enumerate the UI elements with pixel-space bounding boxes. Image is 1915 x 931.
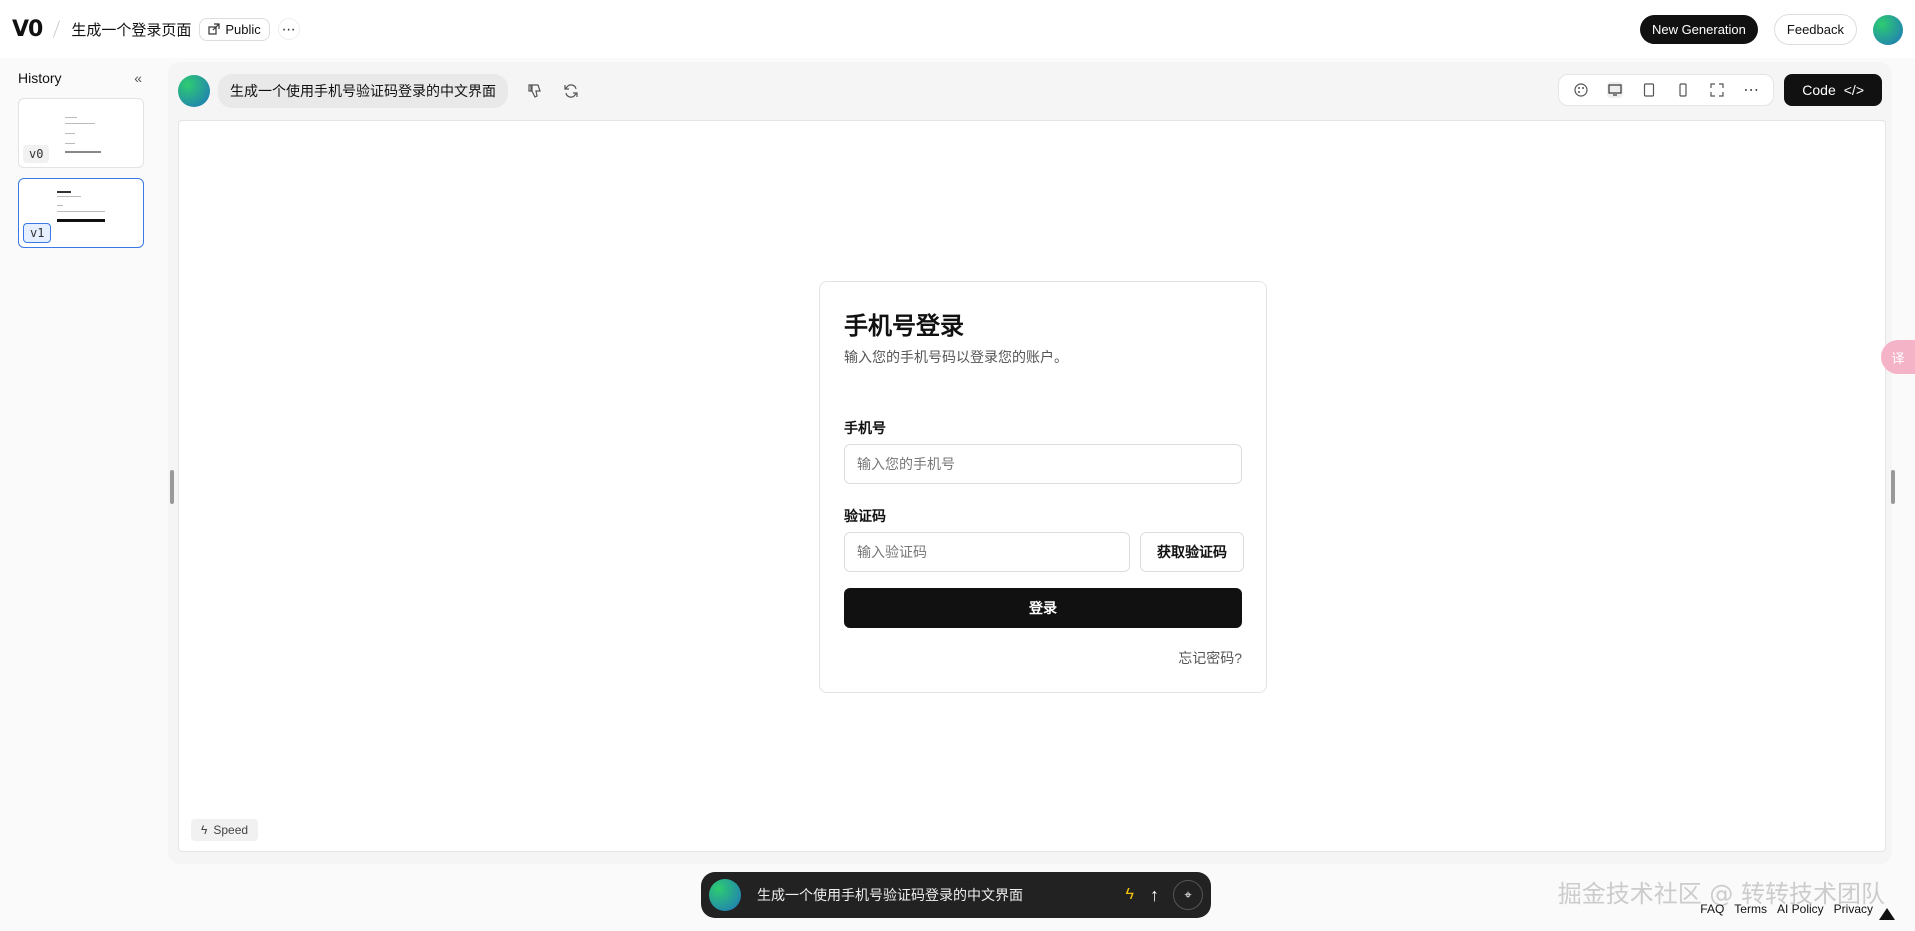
triangle-icon[interactable] xyxy=(1879,908,1895,920)
top-bar: V0 生成一个登录页面 Public ⋯ New Generation Feed… xyxy=(0,0,1915,58)
mobile-view-icon[interactable] xyxy=(1675,82,1691,98)
get-code-button[interactable]: 获取验证码 xyxy=(1140,532,1244,572)
code-input[interactable]: 输入验证码 xyxy=(844,532,1130,572)
code-button-label: Code xyxy=(1802,82,1836,98)
login-button[interactable]: 登录 xyxy=(844,588,1242,628)
history-version-v0[interactable]: v0 xyxy=(18,98,144,168)
v0-logo[interactable]: V0 xyxy=(12,17,43,42)
thumbnail-line xyxy=(65,133,75,134)
thumbs-down-icon[interactable] xyxy=(526,82,544,100)
login-title: 手机号登录 xyxy=(844,313,964,340)
history-sidebar: History « v0 v1 xyxy=(10,62,150,862)
view-mode-group: ⋯ xyxy=(1558,74,1775,106)
preview-canvas: 手机号登录 输入您的手机号码以登录您的账户。 手机号 输入您的手机号 验证码 输… xyxy=(178,120,1886,852)
preview-toolbar: 生成一个使用手机号验证码登录的中文界面 ⋯ Code </> xyxy=(168,62,1892,120)
tablet-view-icon[interactable] xyxy=(1641,82,1657,98)
cursor-select-icon[interactable]: ⌖ xyxy=(1173,880,1203,910)
right-resize-handle[interactable] xyxy=(1891,470,1895,504)
more-options-button[interactable]: ⋯ xyxy=(277,18,300,40)
main-panel: 生成一个使用手机号验证码登录的中文界面 ⋯ Code </> 手机号登录 输入您… xyxy=(168,62,1892,864)
topbar-actions: New Generation Feedback xyxy=(1639,14,1903,45)
bottom-prompt-text[interactable]: 生成一个使用手机号验证码登录的中文界面 xyxy=(757,885,1126,905)
thumbnail-line xyxy=(57,211,105,212)
new-generation-button[interactable]: New Generation xyxy=(1639,15,1758,44)
thumbnail-line xyxy=(57,205,63,206)
thumbnail-line xyxy=(57,219,105,222)
fullscreen-icon[interactable] xyxy=(1709,82,1725,98)
history-header: History « xyxy=(10,62,150,94)
visibility-button[interactable]: Public xyxy=(199,17,270,41)
footer-link-terms[interactable]: Terms xyxy=(1734,902,1767,916)
prompt-chip[interactable]: 生成一个使用手机号验证码登录的中文界面 xyxy=(218,74,508,108)
footer-link-ai-policy[interactable]: AI Policy xyxy=(1777,902,1824,916)
speed-badge[interactable]: ϟ Speed xyxy=(191,819,259,841)
phone-input[interactable]: 输入您的手机号 xyxy=(844,444,1242,484)
preview-controls: ⋯ Code </> xyxy=(1558,74,1882,106)
bottom-prompt-bar: 生成一个使用手机号验证码登录的中文界面 ϟ ↑ ⌖ xyxy=(701,872,1211,918)
more-horizontal-icon[interactable]: ⋯ xyxy=(1743,82,1759,99)
bottom-avatar xyxy=(709,879,741,911)
lightning-icon[interactable]: ϟ xyxy=(1126,886,1134,904)
footer-links: FAQ Terms AI Policy Privacy xyxy=(1700,902,1873,916)
code-button[interactable]: Code </> xyxy=(1784,74,1882,106)
regenerate-icon[interactable] xyxy=(562,82,580,100)
feedback-button[interactable]: Feedback xyxy=(1773,14,1857,45)
login-subtitle: 输入您的手机号码以登录您的账户。 xyxy=(844,349,1068,365)
prompt-avatar xyxy=(178,75,210,107)
footer-link-privacy[interactable]: Privacy xyxy=(1834,902,1873,916)
send-arrow-icon[interactable]: ↑ xyxy=(1150,885,1159,906)
user-avatar[interactable] xyxy=(1873,14,1903,45)
thumbnail-line xyxy=(57,196,81,197)
version-label: v1 xyxy=(23,223,52,243)
code-brackets-icon: </> xyxy=(1843,82,1864,98)
thumbnail-line xyxy=(65,143,75,144)
login-card: 手机号登录 输入您的手机号码以登录您的账户。 手机号 输入您的手机号 验证码 输… xyxy=(819,281,1267,693)
bolt-icon: ϟ xyxy=(201,823,208,837)
visibility-label: Public xyxy=(225,21,261,37)
palette-icon[interactable] xyxy=(1573,82,1589,98)
breadcrumb-divider xyxy=(53,20,61,38)
version-label: v0 xyxy=(23,145,50,163)
thumbnail-line xyxy=(57,191,71,193)
speed-label: Speed xyxy=(213,823,249,837)
footer-link-faq[interactable]: FAQ xyxy=(1700,902,1724,916)
thumbnail-line xyxy=(65,123,95,124)
forgot-password-link[interactable]: 忘记密码? xyxy=(1178,648,1242,668)
share-icon xyxy=(208,23,220,35)
phone-label: 手机号 xyxy=(844,420,886,436)
desktop-view-icon[interactable] xyxy=(1607,82,1624,98)
translate-icon[interactable]: 译 xyxy=(1881,340,1915,374)
code-label: 验证码 xyxy=(844,508,886,524)
collapse-chevrons-icon[interactable]: « xyxy=(134,70,142,86)
history-version-v1[interactable]: v1 xyxy=(18,178,144,248)
thumbnail-line xyxy=(65,151,101,153)
thumbnail-line xyxy=(65,117,77,118)
project-title[interactable]: 生成一个登录页面 xyxy=(71,19,191,40)
left-resize-handle[interactable] xyxy=(170,470,174,504)
history-title: History xyxy=(18,70,62,86)
